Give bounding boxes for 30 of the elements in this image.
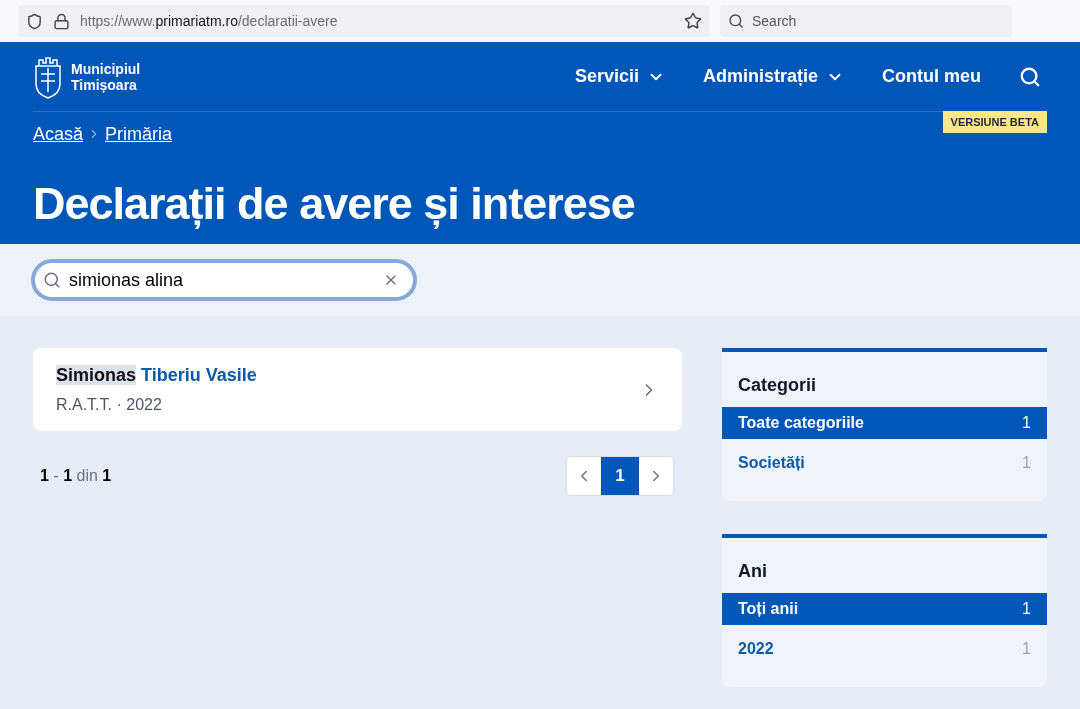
page-title: Declarații de avere și interese bbox=[33, 177, 636, 231]
result-meta: R.A.T.T. · 2022 bbox=[56, 395, 163, 415]
filter-item[interactable]: Toate categoriile 1 bbox=[722, 407, 1047, 439]
search-icon[interactable] bbox=[1019, 65, 1041, 88]
nav-link[interactable]: Contul meu bbox=[882, 63, 981, 90]
breadcrumb-link[interactable]: Acasă bbox=[33, 120, 84, 148]
filter-item[interactable]: 2022 1 bbox=[722, 625, 1047, 673]
result-count: 1 - 1 din 1 bbox=[40, 466, 113, 486]
logo-text: Timișoara bbox=[71, 76, 137, 93]
page-button[interactable]: 1 bbox=[601, 457, 639, 495]
result-name[interactable]: Simionas Tiberiu Vasile bbox=[56, 362, 639, 389]
filter-title: Categorii bbox=[737, 374, 817, 397]
search-icon bbox=[728, 13, 744, 29]
shield-icon bbox=[26, 12, 43, 30]
url-text: https://www.primariatm.ro/declaratii-avere bbox=[80, 11, 339, 31]
filter-item[interactable]: Toți anii 1 bbox=[722, 593, 1047, 625]
logo-text: Municipiul bbox=[71, 60, 141, 77]
filter-title: Ani bbox=[737, 560, 768, 583]
browser-search-field[interactable]: Search bbox=[720, 5, 1012, 37]
address-bar[interactable]: https://www.primariatm.ro/declaratii-avere bbox=[18, 5, 710, 37]
beta-badge: VERSIUNE BETA bbox=[942, 110, 1047, 134]
query-field[interactable]: simionas alina bbox=[31, 259, 417, 301]
filter-item[interactable]: Societăți 1 bbox=[722, 439, 1047, 487]
star-icon[interactable] bbox=[684, 12, 702, 30]
lock-icon bbox=[53, 12, 70, 30]
result-card[interactable]: Simionas Tiberiu Vasile R.A.T.T. · 2022 bbox=[33, 348, 682, 431]
search-icon bbox=[43, 271, 61, 289]
nav-link[interactable]: Administrație bbox=[702, 63, 844, 90]
nav-link[interactable]: Servicii bbox=[574, 63, 665, 90]
breadcrumb-link[interactable]: Primăria bbox=[105, 120, 173, 148]
